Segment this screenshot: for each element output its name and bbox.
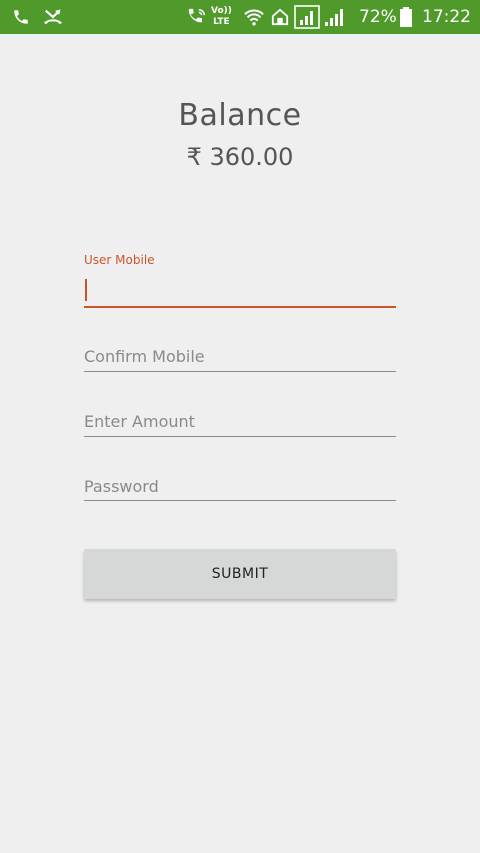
amount-underline: [84, 436, 396, 437]
password-underline: [84, 500, 396, 501]
wifi-calling-icon: [186, 0, 208, 34]
battery-icon: [399, 0, 413, 34]
submit-button[interactable]: SUBMIT: [84, 549, 396, 599]
status-bar: Vo)) LTE 72% 17:22: [0, 0, 480, 34]
text-caret: [85, 279, 87, 301]
missed-call-icon: [42, 0, 64, 34]
home-icon: [271, 0, 289, 34]
signal-icon-2: [324, 0, 346, 34]
lte-label: LTE: [213, 17, 230, 27]
volte-label: Vo)): [211, 6, 232, 16]
volte-icon: Vo)) LTE: [211, 0, 232, 34]
signal-icon: [294, 0, 320, 34]
password-input[interactable]: [84, 468, 396, 504]
balance-title: Balance: [178, 98, 302, 133]
balance-amount: ₹ 360.00: [186, 143, 294, 171]
clock: 17:22: [422, 7, 471, 27]
user-mobile-label: User Mobile: [84, 253, 155, 267]
phone-icon: [12, 0, 30, 34]
user-mobile-input[interactable]: [84, 274, 396, 310]
confirm-mobile-input[interactable]: [84, 338, 396, 374]
user-mobile-underline: [84, 306, 396, 308]
wifi-icon: [243, 0, 265, 34]
confirm-mobile-underline: [84, 371, 396, 372]
battery-percent: 72%: [359, 7, 397, 27]
amount-input[interactable]: [84, 403, 396, 439]
